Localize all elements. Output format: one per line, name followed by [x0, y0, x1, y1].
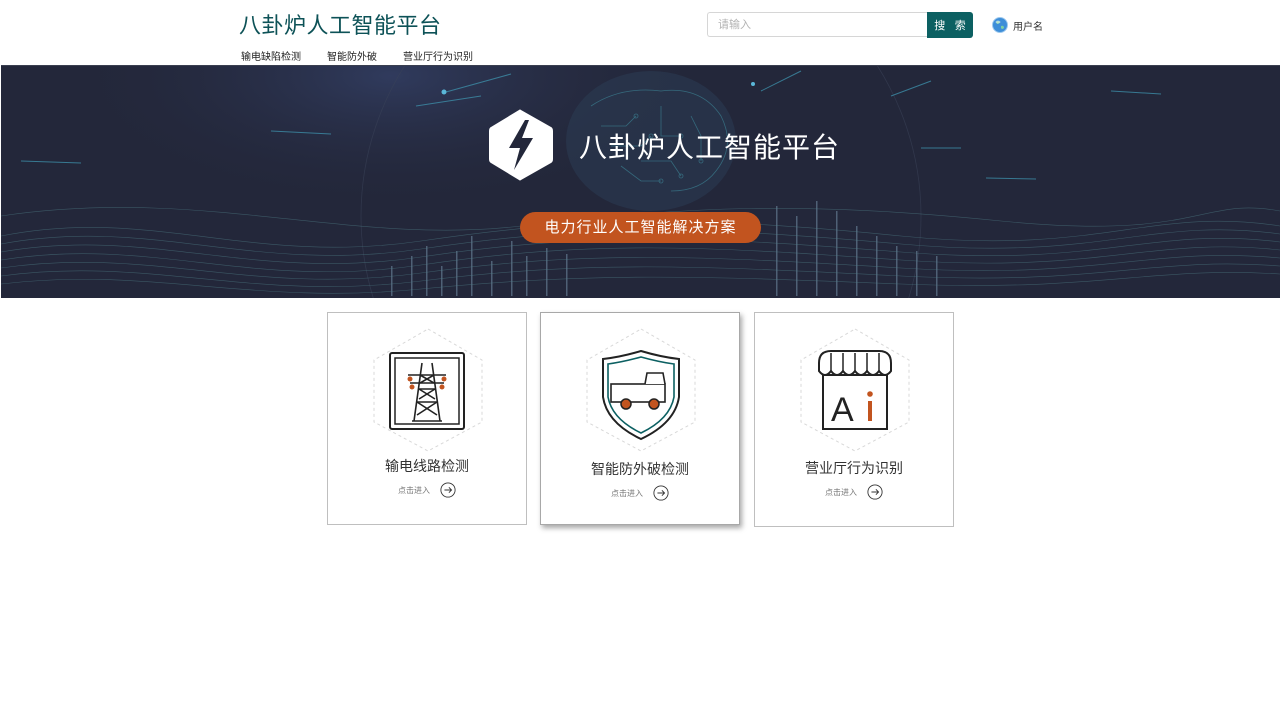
search-button[interactable]: 搜 索	[927, 12, 973, 38]
card-transmission-line[interactable]: 输电线路检测 点击进入	[327, 312, 527, 525]
globe-avatar-icon	[992, 17, 1008, 33]
card-label: 智能防外破检测	[591, 462, 689, 478]
search-input[interactable]	[707, 12, 928, 37]
banner-title: 八卦炉人工智能平台	[579, 131, 841, 164]
enter-label: 点击进入	[611, 488, 643, 498]
card-label: 输电线路检测	[385, 459, 469, 475]
lightning-hexagon-icon	[489, 109, 553, 181]
card-hall-behavior[interactable]: A 营业厅行为识别 点击进入	[754, 312, 954, 527]
shop-ai-icon: A	[800, 328, 910, 452]
hero-banner: 八卦炉人工智能平台 电力行业人工智能解决方案	[1, 65, 1280, 298]
site-title: 八卦炉人工智能平台	[239, 14, 442, 39]
arrow-right-circle-icon	[440, 482, 456, 498]
nav-item-hall-behavior[interactable]: 营业厅行为识别	[403, 48, 473, 63]
nav-item-transmission-defect[interactable]: 输电缺陷检测	[241, 48, 301, 63]
card-enter-link[interactable]: 点击进入	[541, 485, 739, 501]
banner-background	[1, 66, 1280, 298]
card-anti-damage[interactable]: 智能防外破检测 点击进入	[540, 312, 740, 525]
arrow-right-circle-icon	[867, 484, 883, 500]
user-menu[interactable]: 用户名	[992, 17, 1043, 33]
truck-shield-icon	[586, 328, 696, 452]
main-nav: 输电缺陷检测 智能防外破 营业厅行为识别	[241, 48, 473, 63]
user-name: 用户名	[1013, 21, 1043, 33]
nav-item-anti-damage[interactable]: 智能防外破	[327, 48, 377, 63]
enter-label: 点击进入	[398, 485, 430, 495]
card-label: 营业厅行为识别	[805, 461, 903, 477]
svg-text:A: A	[831, 391, 854, 429]
card-enter-link[interactable]: 点击进入	[755, 484, 953, 500]
arrow-right-circle-icon	[653, 485, 669, 501]
banner-subtitle-pill: 电力行业人工智能解决方案	[520, 212, 761, 243]
card-enter-link[interactable]: 点击进入	[328, 482, 526, 498]
transmission-tower-icon	[373, 328, 483, 452]
enter-label: 点击进入	[825, 487, 857, 497]
